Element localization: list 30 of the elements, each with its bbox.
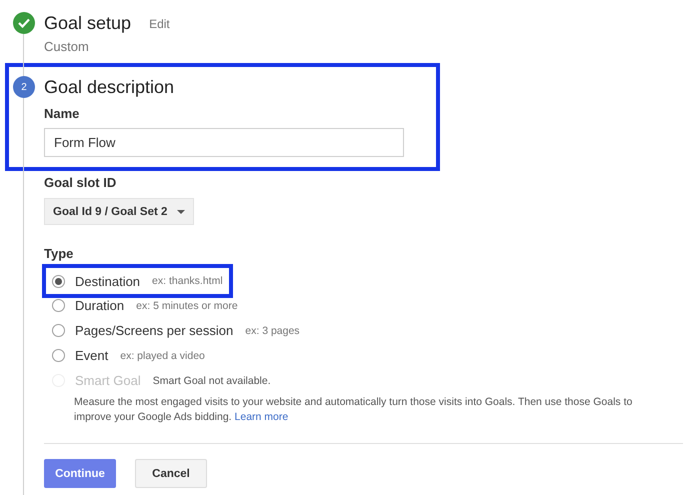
radio-button[interactable] [52, 324, 65, 337]
checkmark-icon [18, 18, 30, 28]
edit-link[interactable]: Edit [149, 17, 170, 31]
radio-button[interactable] [52, 299, 65, 312]
caret-icon [177, 210, 186, 214]
step-number: 2 [21, 82, 27, 92]
option-hint: ex: 5 minutes or more [136, 300, 238, 312]
radio-button[interactable] [52, 274, 65, 288]
name-input-field[interactable]: Form Flow [44, 128, 404, 157]
option-hint: ex: played a video [120, 350, 205, 362]
radio-button[interactable] [52, 349, 65, 362]
option-hint: ex: 3 pages [245, 324, 300, 336]
step-title: Goal setup [44, 12, 132, 34]
goal-slot-dropdown[interactable]: Goal Id 9 / Goal Set 2 [44, 198, 194, 225]
option-label: Smart Goal [75, 373, 141, 388]
option-label: Destination [75, 274, 140, 288]
option-label: Event [75, 348, 108, 363]
step-title: Goal description [44, 76, 174, 98]
cancel-button[interactable]: Cancel [135, 459, 207, 488]
learn-more-link[interactable]: Learn more [234, 411, 288, 423]
option-hint: Smart Goal not available. [152, 374, 271, 386]
continue-button[interactable]: Continue [44, 459, 116, 488]
smart-goal-description: Measure the most engaged visits to your website and automatically turn those visits into Goals. Then use those Goals to improve your Google Ads bidding. Learn more [74, 395, 634, 425]
option-label: Duration [75, 298, 124, 313]
field-label: Goal slot ID [44, 175, 118, 190]
field-label: Type [44, 246, 74, 261]
option-hint: ex: thanks.html [152, 275, 223, 287]
step-summary: Custom [44, 39, 90, 56]
field-label: Name [44, 106, 80, 121]
option-label: Pages/Screens per session [75, 323, 234, 338]
